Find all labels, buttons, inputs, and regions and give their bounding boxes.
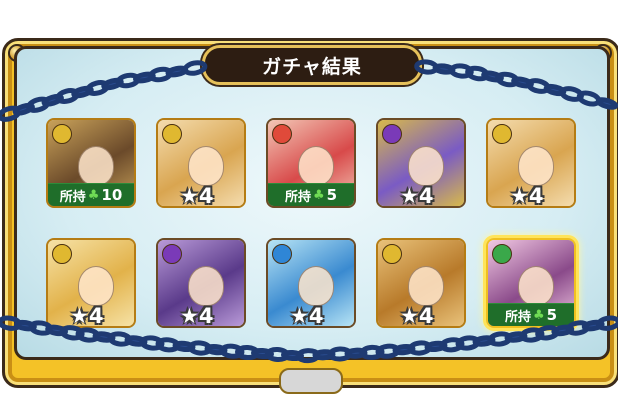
fire-element-icon bbox=[272, 124, 292, 144]
result-card[interactable]: ★4 bbox=[266, 238, 356, 328]
title-plate: ガチャ結果 bbox=[202, 45, 422, 85]
character-face bbox=[518, 146, 554, 186]
dark-element-icon bbox=[382, 124, 402, 144]
result-card[interactable]: ★4 bbox=[156, 238, 246, 328]
character-face bbox=[78, 266, 114, 306]
light-element-icon bbox=[52, 244, 72, 264]
result-card[interactable]: 所持 ♣ 10 bbox=[46, 118, 136, 208]
character-face bbox=[188, 266, 224, 306]
result-card[interactable]: ★4 bbox=[376, 238, 466, 328]
character-face bbox=[408, 146, 444, 186]
rarity-star-label: ★4 bbox=[510, 184, 544, 208]
owned-count: 5 bbox=[326, 186, 338, 204]
rarity-star-label: ★4 bbox=[400, 184, 434, 208]
clover-icon: ♣ bbox=[532, 307, 545, 323]
owned-count: 5 bbox=[546, 306, 558, 324]
owned-count-badge: 所持 ♣ 5 bbox=[488, 303, 574, 326]
light-element-icon bbox=[162, 124, 182, 144]
result-card[interactable]: ★4 bbox=[486, 118, 576, 208]
wood-element-icon bbox=[492, 244, 512, 264]
result-card[interactable]: 所持 ♣ 5 bbox=[486, 238, 576, 328]
water-element-icon bbox=[272, 244, 292, 264]
rarity-star-label: ★4 bbox=[180, 304, 214, 328]
character-face bbox=[298, 266, 334, 306]
result-card[interactable]: ★4 bbox=[46, 238, 136, 328]
rarity-star-label: ★4 bbox=[290, 304, 324, 328]
character-face bbox=[78, 146, 114, 186]
rarity-star-label: ★4 bbox=[70, 304, 104, 328]
owned-count: 10 bbox=[101, 186, 123, 204]
owned-label: 所持 bbox=[59, 189, 86, 205]
clover-icon: ♣ bbox=[87, 187, 100, 203]
owned-count-badge: 所持 ♣ 5 bbox=[268, 183, 354, 206]
result-card[interactable]: 所持 ♣ 5 bbox=[266, 118, 356, 208]
light-element-icon bbox=[52, 124, 72, 144]
light-element-icon bbox=[492, 124, 512, 144]
rarity-star-label: ★4 bbox=[180, 184, 214, 208]
character-face bbox=[408, 266, 444, 306]
owned-count-badge: 所持 ♣ 10 bbox=[48, 183, 134, 206]
character-face bbox=[518, 266, 554, 306]
clover-icon: ♣ bbox=[312, 187, 325, 203]
result-card[interactable]: ★4 bbox=[376, 118, 466, 208]
owned-label: 所持 bbox=[504, 309, 531, 325]
dark-element-icon bbox=[162, 244, 182, 264]
light-element-icon bbox=[382, 244, 402, 264]
character-face bbox=[188, 146, 224, 186]
page-title: ガチャ結果 bbox=[262, 55, 362, 78]
bottom-latch bbox=[279, 368, 343, 394]
character-face bbox=[298, 146, 334, 186]
owned-label: 所持 bbox=[284, 189, 311, 205]
rarity-star-label: ★4 bbox=[400, 304, 434, 328]
result-card[interactable]: ★4 bbox=[156, 118, 246, 208]
